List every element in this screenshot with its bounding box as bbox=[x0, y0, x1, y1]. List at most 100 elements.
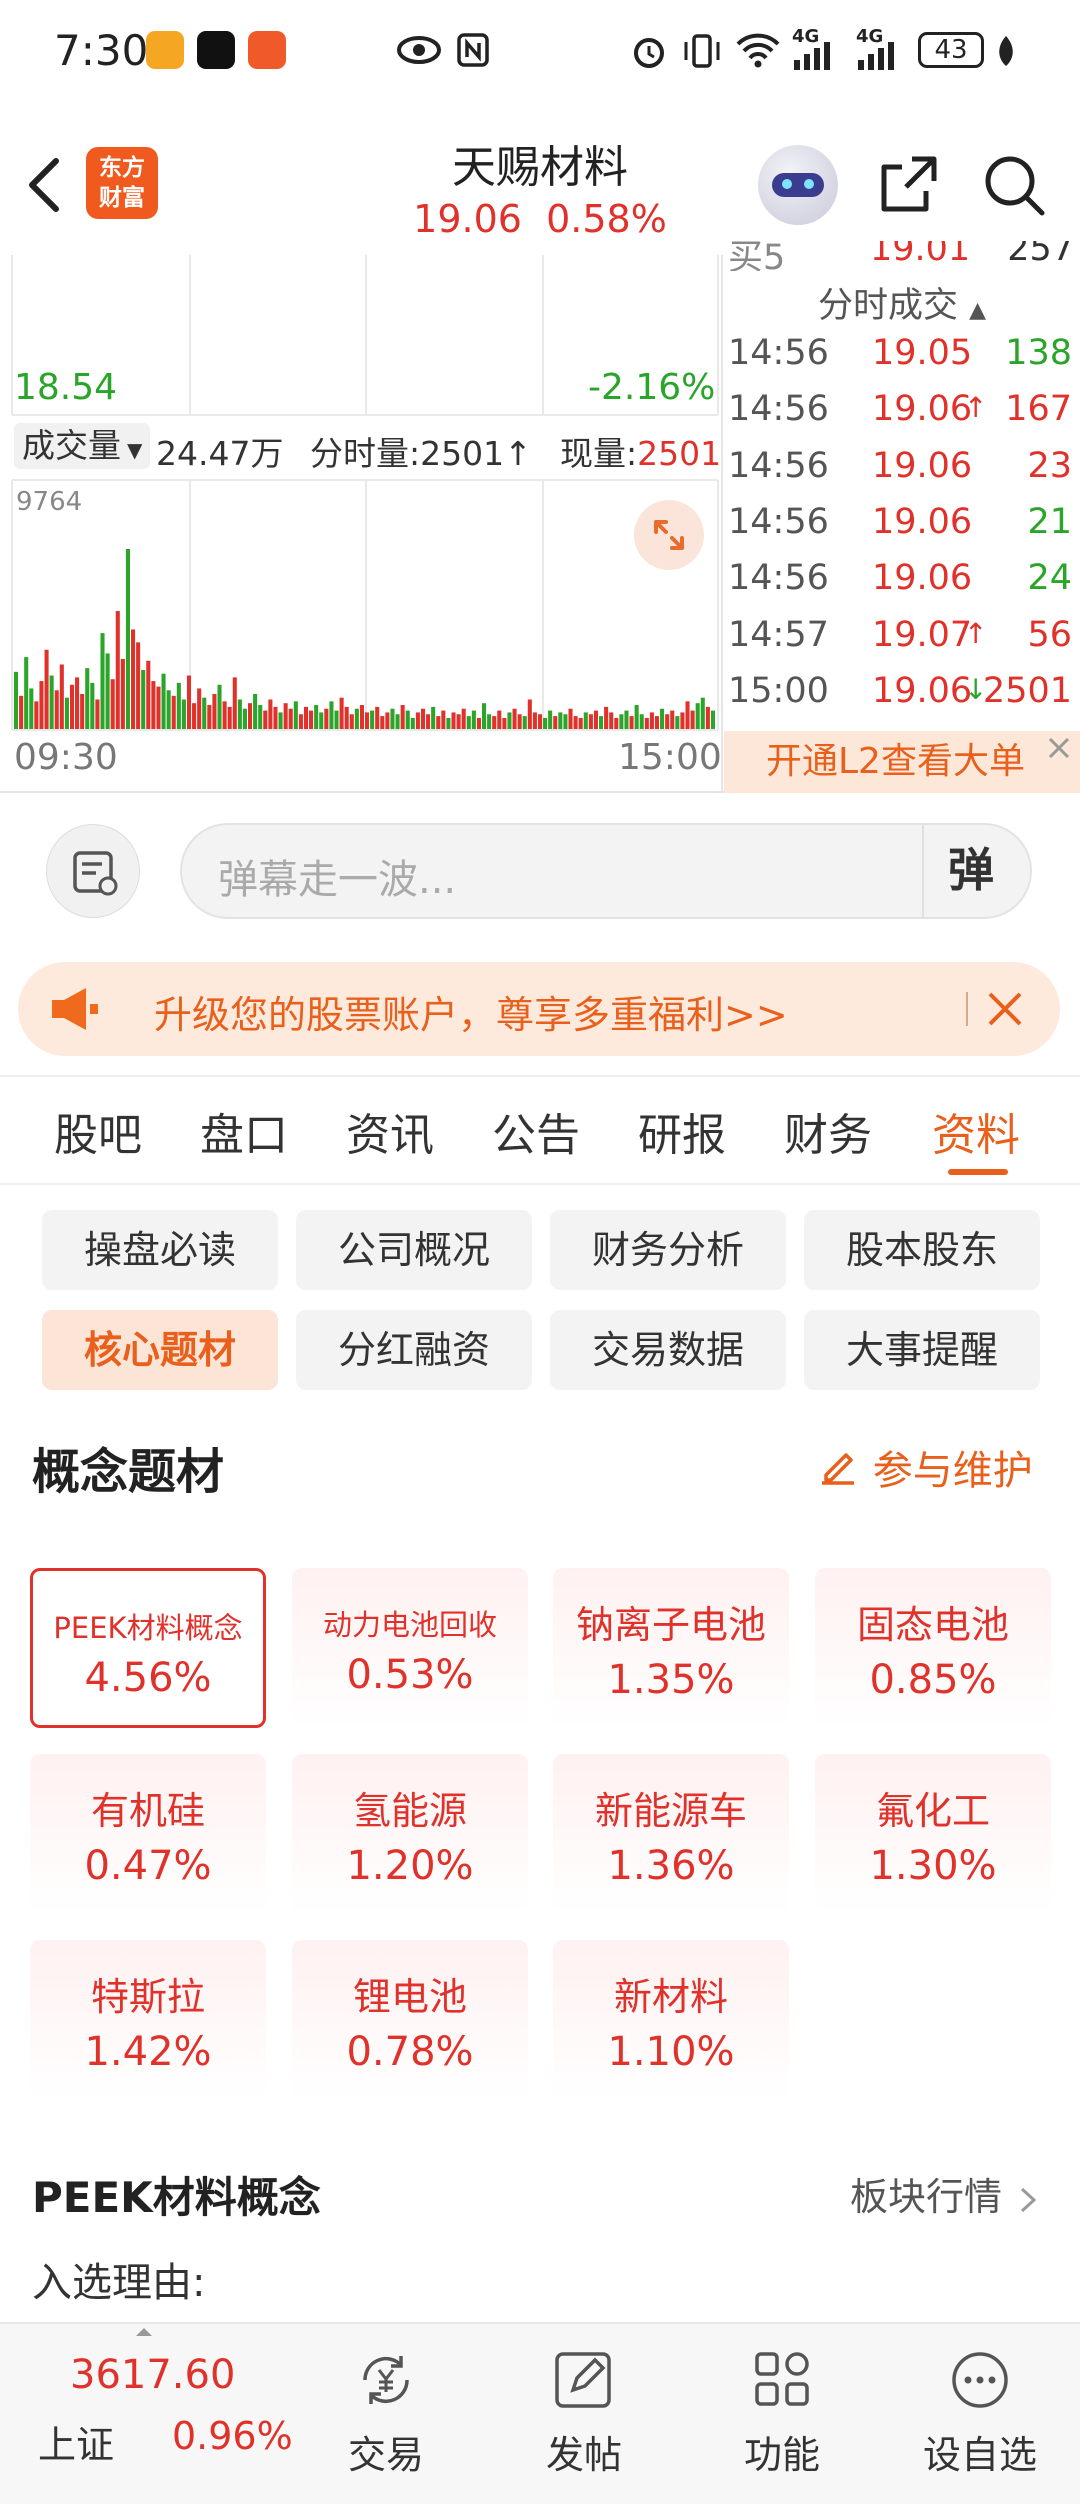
concepts-title: 概念题材 bbox=[32, 1444, 225, 1500]
megaphone-icon bbox=[52, 988, 98, 1030]
index-ticker[interactable]: 3617.60 上证 0.96% bbox=[30, 2348, 293, 2488]
volume-total: 24.47万 bbox=[156, 434, 284, 473]
tiktok-icon bbox=[197, 31, 235, 69]
subtab-event-reminders[interactable]: 大事提醒 bbox=[804, 1310, 1040, 1390]
maintain-button[interactable]: 参与维护 bbox=[816, 1438, 1033, 1496]
concept-card[interactable]: 新材料 1.10% bbox=[553, 1940, 789, 2100]
tick-price: 19.06 bbox=[872, 389, 973, 430]
tab-research[interactable]: 研报 bbox=[638, 1099, 726, 1163]
tick-volume: 23 bbox=[1027, 445, 1072, 486]
chevron-right-icon bbox=[1021, 2187, 1037, 2212]
nav-functions-label: 功能 bbox=[743, 2433, 820, 2477]
barrage-send-button[interactable]: 弹 bbox=[922, 825, 1030, 917]
price-change-row: 19.06 0.58% bbox=[340, 197, 740, 241]
tick-volume: 138 bbox=[1005, 333, 1072, 373]
barrage-placeholder: 弹幕走一波... bbox=[218, 857, 457, 903]
tab-guba[interactable]: 股吧 bbox=[54, 1099, 142, 1163]
volume-selector[interactable]: 成交量 ▼ bbox=[14, 423, 151, 469]
dropdown-triangle-icon: ▼ bbox=[127, 438, 143, 462]
tab-news[interactable]: 资讯 bbox=[346, 1099, 434, 1163]
subtab-company-overview[interactable]: 公司概况 bbox=[296, 1210, 532, 1290]
concept-card[interactable]: PEEK材料概念 4.56% bbox=[30, 1568, 266, 1728]
search-icon[interactable] bbox=[980, 151, 1048, 219]
tick-row: 14:56 19.05 138 bbox=[724, 333, 1080, 389]
post-edit-icon bbox=[555, 2352, 611, 2408]
expand-icon bbox=[654, 520, 684, 550]
subtab-core-themes[interactable]: 核心题材 bbox=[42, 1310, 278, 1390]
tick-price: 19.06 bbox=[872, 670, 973, 711]
signal-icon bbox=[794, 42, 830, 70]
subtab-trading-must-read[interactable]: 操盘必读 bbox=[42, 1210, 278, 1290]
partial-row-vol: 257 bbox=[1007, 241, 1074, 269]
subtab-shareholders[interactable]: 股本股东 bbox=[804, 1210, 1040, 1290]
subtab-financial-analysis[interactable]: 财务分析 bbox=[550, 1210, 786, 1290]
tick-price: 19.06 bbox=[872, 558, 973, 599]
barrage-settings-icon bbox=[73, 851, 118, 896]
tick-time: 14:56 bbox=[728, 389, 829, 430]
tick-price: 19.05 bbox=[872, 333, 973, 373]
nav-post[interactable]: 发帖 bbox=[504, 2350, 664, 2479]
concept-card[interactable]: 锂电池 0.78% bbox=[292, 1940, 528, 2100]
sector-quotes-label: 板块行情 bbox=[850, 2175, 1003, 2219]
concept-name: 动力电池回收 bbox=[322, 1608, 497, 1642]
now-value: 2501 bbox=[637, 434, 722, 473]
share-icon[interactable] bbox=[876, 153, 940, 217]
concept-name: 钠离子电池 bbox=[575, 1603, 766, 1647]
concept-pct: 1.30% bbox=[869, 1843, 997, 1889]
caret-up-icon bbox=[136, 2328, 152, 2336]
concept-card[interactable]: 氟化工 1.30% bbox=[815, 1754, 1051, 1914]
tab-profile[interactable]: 资料 bbox=[932, 1099, 1020, 1163]
concept-pct: 0.47% bbox=[84, 1843, 212, 1889]
concept-card[interactable]: 钠离子电池 1.35% bbox=[553, 1568, 789, 1728]
nav-post-label: 发帖 bbox=[545, 2433, 622, 2477]
tab-announcements[interactable]: 公告 bbox=[492, 1099, 580, 1163]
l2-banner[interactable]: 开通L2查看大单 bbox=[724, 731, 1080, 793]
signal-icon-2 bbox=[858, 42, 894, 70]
back-arrow-icon[interactable] bbox=[24, 155, 64, 215]
ticks-header[interactable]: 分时成交 ▲ bbox=[724, 277, 1080, 328]
subtab-trading-data[interactable]: 交易数据 bbox=[550, 1310, 786, 1390]
concept-pct: 1.42% bbox=[84, 2029, 212, 2075]
concept-card[interactable]: 固态电池 0.85% bbox=[815, 1568, 1051, 1728]
eastmoney-logo[interactable]: 东方 财富 bbox=[86, 147, 158, 219]
tick-row: 15:00 19.06 ↓ 2501 bbox=[724, 671, 1080, 727]
nav-trade[interactable]: 交易 bbox=[306, 2350, 466, 2479]
barrage-input[interactable]: 弹幕走一波... 弹 bbox=[180, 823, 1032, 919]
concept-pct: 0.78% bbox=[346, 2029, 474, 2075]
expand-chart-button[interactable] bbox=[634, 500, 704, 570]
concept-card[interactable]: 新能源车 1.36% bbox=[553, 1754, 789, 1914]
barrage-settings-button[interactable] bbox=[46, 824, 140, 918]
tab-finance[interactable]: 财务 bbox=[784, 1099, 872, 1163]
nav-functions[interactable]: 功能 bbox=[702, 2350, 862, 2479]
nav-add-watchlist[interactable]: 设自选 bbox=[900, 2350, 1060, 2479]
logo-line-2: 财富 bbox=[99, 185, 145, 211]
concept-pct: 0.53% bbox=[346, 1652, 474, 1698]
alarm-icon bbox=[634, 38, 664, 68]
tab-pankou[interactable]: 盘口 bbox=[200, 1099, 288, 1163]
vibrate-icon bbox=[684, 34, 720, 68]
concept-name: 氢能源 bbox=[352, 1789, 467, 1833]
upgrade-promo-banner[interactable]: 升级您的股票账户，尊享多重福利>> bbox=[18, 962, 1060, 1056]
close-promo-icon[interactable] bbox=[982, 986, 1028, 1032]
concept-card[interactable]: 动力电池回收 0.53% bbox=[292, 1568, 528, 1728]
sector-quotes-link[interactable]: 板块行情 bbox=[850, 2166, 1040, 2221]
close-l2-banner-icon[interactable] bbox=[1042, 731, 1076, 765]
tick-volume: 24 bbox=[1027, 558, 1072, 599]
tick-time: 14:56 bbox=[728, 333, 829, 373]
nav-trade-label: 交易 bbox=[347, 2433, 424, 2477]
time-start-label: 09:30 bbox=[14, 737, 118, 778]
tick-volume: 167 bbox=[1005, 389, 1072, 430]
status-time: 7:30 bbox=[54, 26, 149, 75]
subtab-dividends[interactable]: 分红融资 bbox=[296, 1310, 532, 1390]
index-pct: 0.96% bbox=[172, 2414, 293, 2458]
concept-card[interactable]: 有机硅 0.47% bbox=[30, 1754, 266, 1914]
intraday-chart-grid bbox=[11, 255, 723, 793]
concept-card[interactable]: 特斯拉 1.42% bbox=[30, 1940, 266, 2100]
trade-yen-icon bbox=[363, 2356, 409, 2404]
concept-name: 有机硅 bbox=[90, 1789, 205, 1833]
wifi-icon bbox=[736, 33, 780, 68]
concept-card[interactable]: 氢能源 1.20% bbox=[292, 1754, 528, 1914]
tick-direction-arrow: ↑ bbox=[964, 616, 988, 650]
tick-time: 14:57 bbox=[728, 614, 829, 655]
robot-assistant-icon[interactable] bbox=[758, 145, 838, 225]
